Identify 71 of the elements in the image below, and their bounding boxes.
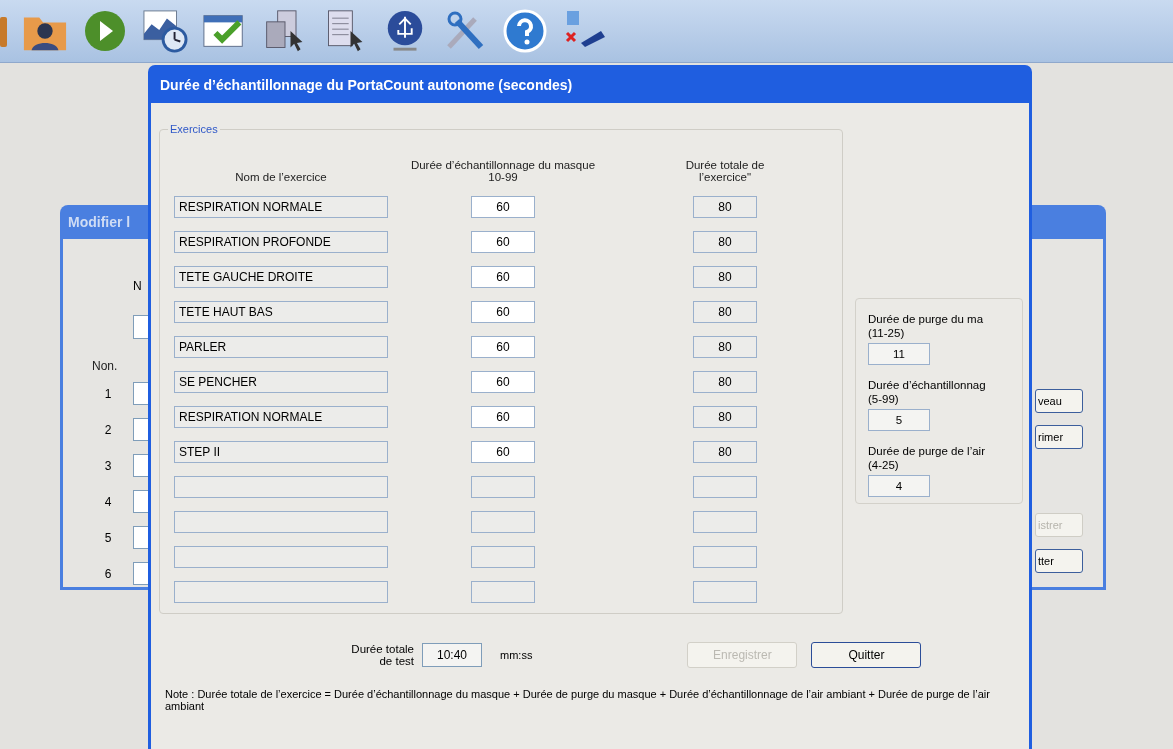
range-label: 10-99: [488, 171, 518, 183]
name-field[interactable]: RESPIRATION NORMALE: [174, 406, 388, 428]
cut-button[interactable]: tter: [1035, 549, 1083, 573]
name-field[interactable]: TETE GAUCHE DROITE: [174, 266, 388, 288]
total-field: 80: [693, 266, 757, 288]
total-field: [693, 476, 757, 498]
range-label: (11-25): [868, 327, 905, 339]
sampling-field[interactable]: [471, 476, 535, 498]
name-field[interactable]: RESPIRATION PROFONDE: [174, 231, 388, 253]
setting-label: Durée de purge du ma: [868, 313, 984, 325]
sampling-field[interactable]: 60: [471, 406, 535, 428]
total-field: 80: [693, 301, 757, 323]
cut-button[interactable]: veau: [1035, 389, 1083, 413]
sampling-field[interactable]: 60: [471, 336, 535, 358]
sampling-field[interactable]: 60: [471, 371, 535, 393]
range-label: (4-25): [868, 459, 899, 471]
name-field[interactable]: RESPIRATION NORMALE: [174, 196, 388, 218]
name-field[interactable]: TETE HAUT BAS: [174, 301, 388, 323]
total-field: 80: [693, 336, 757, 358]
range-label: (5-99): [868, 393, 899, 405]
setting-field[interactable]: 4: [868, 475, 930, 497]
name-field[interactable]: STEP II: [174, 441, 388, 463]
name-field[interactable]: [174, 476, 388, 498]
name-field[interactable]: [174, 511, 388, 533]
row-number: 5: [103, 530, 113, 545]
sampling-field[interactable]: 60: [471, 441, 535, 463]
row-number: 6: [103, 566, 113, 581]
total-field: [693, 546, 757, 568]
column-header: Durée d’échantillonnage du masque: [410, 159, 596, 171]
sampling-field[interactable]: 60: [471, 266, 535, 288]
setting-label: Durée de purge de l’air: [868, 445, 985, 457]
sampling-field[interactable]: 60: [471, 196, 535, 218]
sampling-field[interactable]: [471, 511, 535, 533]
row-number: 4: [103, 494, 113, 509]
unit-label: mm:ss: [500, 649, 533, 661]
sampling-field[interactable]: 60: [471, 301, 535, 323]
sampling-field[interactable]: [471, 546, 535, 568]
total-label: Durée totale de test: [350, 643, 414, 667]
field-label: N: [133, 279, 142, 293]
row-number: 3: [103, 458, 113, 473]
total-field: 80: [693, 371, 757, 393]
setting-field[interactable]: 11: [868, 343, 930, 365]
column-header: Durée totale de l’exercice": [684, 159, 766, 183]
window-title: Modifier l: [68, 214, 131, 230]
name-field[interactable]: PARLER: [174, 336, 388, 358]
total-field: 10:40: [422, 643, 482, 667]
sampling-field[interactable]: 60: [471, 231, 535, 253]
help-icon[interactable]: [502, 9, 548, 53]
name-field[interactable]: [174, 581, 388, 603]
total-field: [693, 511, 757, 533]
total-field: 80: [693, 441, 757, 463]
total-field: 80: [693, 196, 757, 218]
column-header: Nom de l’exercice: [235, 171, 327, 183]
name-field[interactable]: SE PENCHER: [174, 371, 388, 393]
chart-clock-icon[interactable]: [142, 9, 188, 53]
name-field[interactable]: [174, 546, 388, 568]
total-field: 80: [693, 406, 757, 428]
row-number: 2: [103, 422, 113, 437]
total-field: [693, 581, 757, 603]
row-number: 1: [103, 386, 113, 401]
window-title: Durée d’échantillonnage du PortaCount autonome (secondes): [159, 76, 574, 95]
setting-label: Durée d’échantillonnag: [868, 379, 986, 391]
total-field: 80: [693, 231, 757, 253]
quit-button[interactable]: Quitter: [811, 642, 922, 668]
play-icon[interactable]: [82, 9, 128, 53]
note-text: Note : Durée totale de l’exercice = Durée d’échantillonnage du masque + Durée de purge du masque + Durée d’échantillonnage de l’air ambiant + Durée de purge de l’air ambiant: [165, 688, 991, 712]
cut-button[interactable]: rimer: [1035, 425, 1083, 449]
group-title: Exercices: [169, 123, 219, 135]
column-label: Non.: [92, 359, 118, 373]
setting-field[interactable]: 5: [868, 409, 930, 431]
sampling-field[interactable]: [471, 581, 535, 603]
